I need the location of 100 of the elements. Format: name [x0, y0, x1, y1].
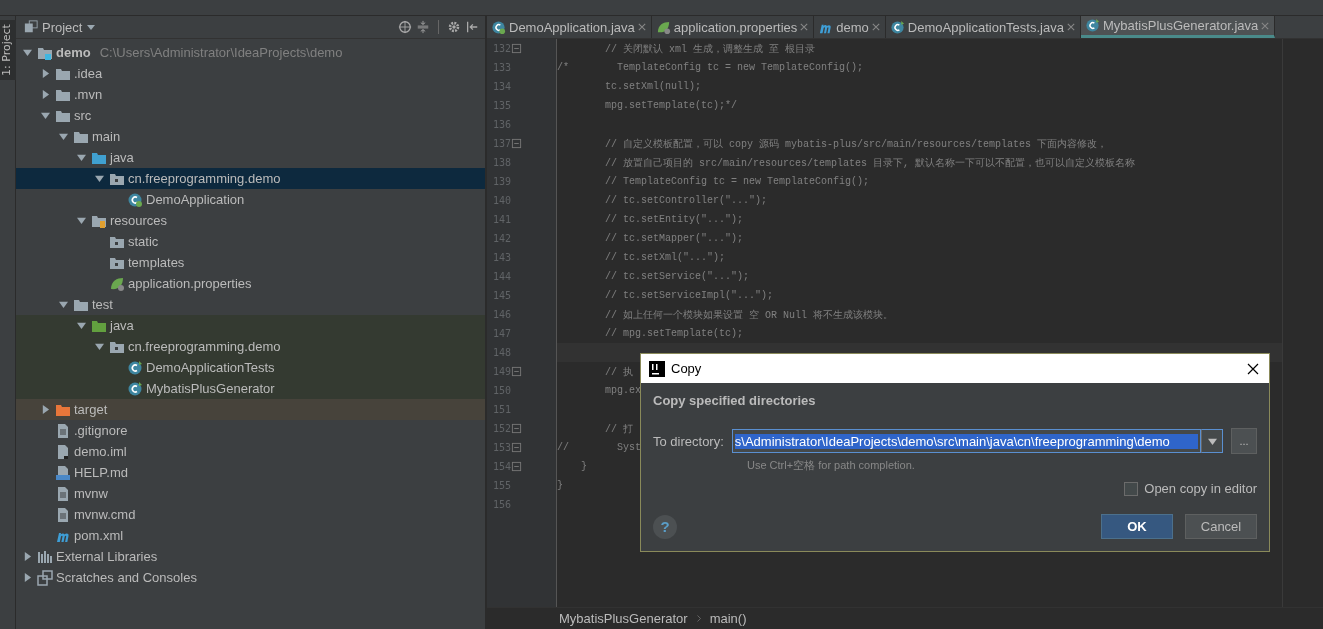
tree-item[interactable]: templates: [16, 252, 485, 273]
tree-item[interactable]: DemoApplication: [16, 189, 485, 210]
editor-tab[interactable]: demo: [814, 16, 886, 38]
tree-item[interactable]: demo C:\Users\Administrator\IdeaProjects\demo: [16, 42, 485, 63]
class-icon: [1084, 18, 1100, 33]
browse-button[interactable]: ...: [1231, 428, 1257, 454]
class-icon: [491, 19, 506, 35]
tree-item[interactable]: .idea: [16, 63, 485, 84]
app-logo-icon: [649, 360, 665, 377]
dialog-button[interactable]: OK: [1101, 514, 1173, 539]
settings-icon: [447, 20, 461, 34]
class-icon: [127, 191, 143, 208]
tree-item[interactable]: java: [16, 147, 485, 168]
tree-item[interactable]: MybatisPlusGenerator: [16, 378, 485, 399]
editor-tab[interactable]: DemoApplicationTests.java: [885, 16, 1081, 38]
close-icon: [1261, 21, 1270, 30]
file-icon: [55, 443, 71, 460]
file-icon: [55, 464, 71, 481]
code-line: // TemplateConfig tc = new TemplateConfig();: [604, 176, 870, 187]
expanded-arrow-icon: [58, 300, 68, 309]
expanded-arrow-icon: [76, 321, 86, 330]
code-line: // Syst: [557, 442, 641, 453]
tree-item[interactable]: mvnw: [16, 483, 485, 504]
code-line: mpg.setTemplate(tc);*/: [604, 100, 738, 111]
collapsed-arrow-icon: [40, 405, 50, 414]
checkbox[interactable]: [1124, 481, 1139, 496]
tree-item[interactable]: target: [16, 399, 485, 420]
tree-item[interactable]: Scratches and Consoles: [16, 567, 485, 588]
editor-tab[interactable]: application.properties: [651, 16, 815, 38]
project-tool-tab[interactable]: 1: Project: [0, 20, 16, 80]
collapsed-arrow-icon: [22, 552, 32, 561]
dropdown-button[interactable]: [1201, 429, 1223, 453]
class-icon: [127, 380, 143, 397]
code-line: tc.setXml(null);: [604, 81, 702, 92]
tree-item[interactable]: cn.freeprogramming.demo: [16, 336, 485, 357]
code-line: // 自定义模板配置，可以 copy 源码 mybatis-plus/src/main/resources/templates 下面内容修改，: [604, 137, 1108, 151]
dialog-heading: Copy specified directories: [653, 393, 817, 408]
breadcrumb[interactable]: main(): [709, 611, 747, 626]
directory-field[interactable]: s\Administrator\IdeaProjects\demo\src\main\java\cn\freeprogramming\demo: [731, 429, 1201, 453]
tree-item[interactable]: .mvn: [16, 84, 485, 105]
code-line: // mpg.setTemplate(tc);: [604, 328, 744, 339]
tree-item[interactable]: demo.iml: [16, 441, 485, 462]
dialog-button[interactable]: Cancel: [1185, 514, 1257, 539]
code-line: // 打: [604, 422, 633, 436]
target-icon: [398, 20, 412, 34]
tree-item[interactable]: .gitignore: [16, 420, 485, 441]
tree-item[interactable]: HELP.md: [16, 462, 485, 483]
tree-item[interactable]: pom.xml: [16, 525, 485, 546]
editor-tab[interactable]: DemoApplication.java: [487, 16, 652, 38]
leaf-icon: [655, 19, 671, 35]
tree-item[interactable]: main: [16, 126, 485, 147]
code-line: // tc.setService("...");: [604, 271, 750, 282]
class-icon: [127, 359, 143, 376]
breadcrumb[interactable]: MybatisPlusGenerator: [559, 611, 688, 626]
caret-icon: [1207, 436, 1217, 446]
collapsed-arrow-icon: [22, 573, 32, 582]
close-icon: [871, 23, 880, 31]
code-line: }: [557, 480, 563, 491]
hint-text: Use Ctrl+空格 for path completion.: [747, 458, 916, 473]
close-icon: [1247, 362, 1259, 375]
class-icon: [889, 19, 905, 35]
tree-item[interactable]: application.properties: [16, 273, 485, 294]
tree-item[interactable]: test: [16, 294, 485, 315]
code-line: // 关闭默认 xml 生成，调整生成 至 根目录: [604, 42, 816, 56]
tree-item[interactable]: static: [16, 231, 485, 252]
console-icon: [37, 569, 53, 586]
expanded-arrow-icon: [58, 132, 68, 141]
hide-icon: [465, 20, 479, 34]
code-line: // tc.setXml("...");: [604, 252, 726, 263]
chevron-icon: [695, 614, 702, 623]
dialog-title: Copy: [671, 361, 702, 376]
tree-item[interactable]: resources: [16, 210, 485, 231]
library-bars-icon: [37, 548, 53, 565]
tree-item[interactable]: java: [16, 315, 485, 336]
caret-icon: [86, 22, 97, 32]
tree-item[interactable]: External Libraries: [16, 546, 485, 567]
panel-title[interactable]: Project: [42, 19, 83, 35]
editor-tab[interactable]: MybatisPlusGenerator.java: [1080, 16, 1276, 38]
tree-item[interactable]: DemoApplicationTests: [16, 357, 485, 378]
file-icon: [55, 485, 71, 502]
tree-item[interactable]: mvnw.cmd: [16, 504, 485, 525]
code-line: /* TemplateConfig tc = new TemplateConfig();: [557, 62, 864, 73]
collapsed-arrow-icon: [40, 69, 50, 78]
code-line: mpg.ex: [604, 385, 641, 396]
code-line: }: [580, 461, 587, 472]
checkbox-label[interactable]: Open copy in editor: [1144, 481, 1257, 496]
file-icon: [55, 506, 71, 523]
expanded-arrow-icon: [40, 111, 50, 120]
project-view-icon: [24, 20, 38, 34]
tree-item[interactable]: cn.freeprogramming.demo: [16, 168, 485, 189]
expanded-arrow-icon: [76, 216, 86, 225]
collapse-icon: [416, 20, 430, 34]
code-line: // tc.setMapper("...");: [604, 233, 744, 244]
leaf-icon: [109, 275, 125, 292]
close-icon: [637, 23, 646, 31]
code-line: // tc.setEntity("...");: [604, 214, 744, 225]
code-line: // tc.setController("...");: [604, 195, 768, 206]
collapsed-arrow-icon: [40, 90, 50, 99]
tree-item[interactable]: src: [16, 105, 485, 126]
close-icon: [800, 23, 809, 31]
